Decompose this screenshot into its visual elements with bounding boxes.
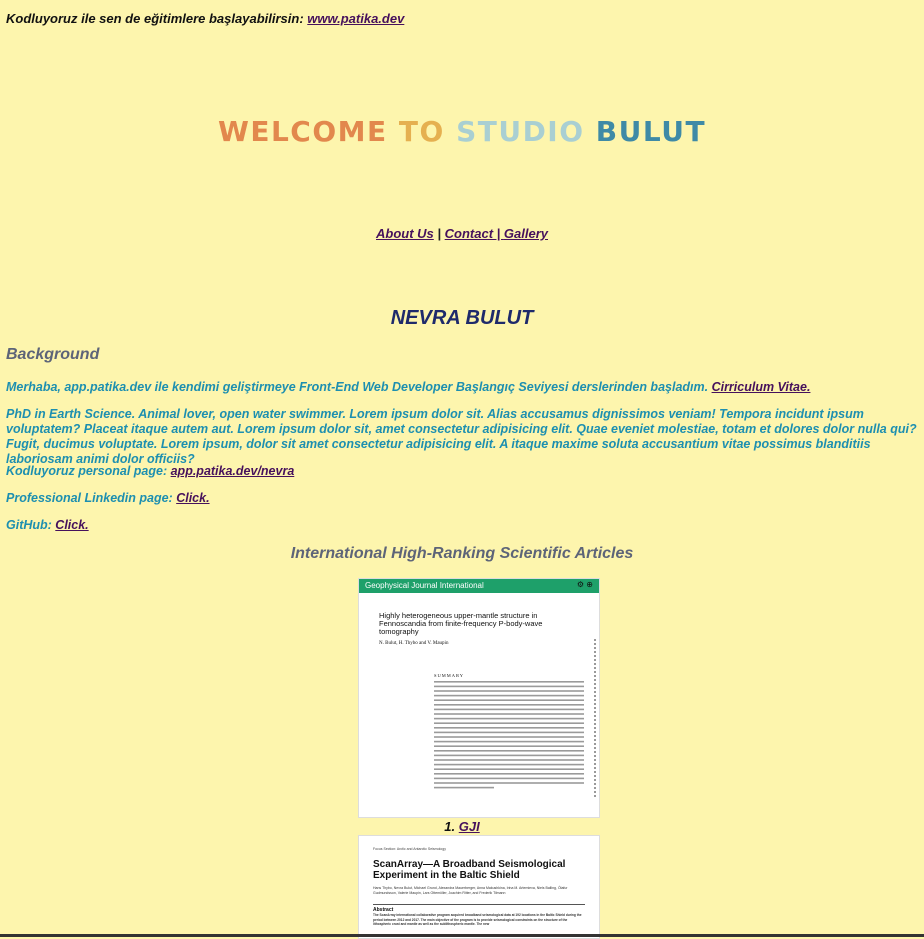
linkedin-paragraph: Professional Linkedin page: Click. <box>6 491 918 506</box>
paper1-side-margin-text <box>594 639 596 799</box>
profile-name: NEVRA BULUT <box>390 307 534 329</box>
intro-text: Merhaba, app.patika.dev ile kendimi geli… <box>6 380 712 394</box>
summary-text-line <box>434 708 584 711</box>
summary-text-line <box>434 736 584 738</box>
summary-text-line <box>434 759 584 761</box>
nav-separator: | <box>433 226 445 241</box>
topline-banner: Kodluyoruz ile sen de eğitimlere başlaya… <box>6 11 404 26</box>
summary-text-line <box>434 777 584 780</box>
caption-number: 1. <box>444 819 459 834</box>
summary-text-line <box>434 722 584 724</box>
article-image-scanarray[interactable]: Focus Section: Arctic and Antarctic Seis… <box>358 835 600 939</box>
paper2-title: ScanArray—A Broadband Seismological Expe… <box>373 859 566 881</box>
article-image-gji[interactable]: Geophysical Journal International ⚙ ⊕ Hi… <box>358 578 600 818</box>
topline-text: Kodluyoruz ile sen de eğitimlere başlaya… <box>6 11 308 26</box>
welcome-word-4: BULUT <box>595 115 707 148</box>
summary-text-line <box>434 690 584 692</box>
kodluyoruz-paragraph: Kodluyoruz personal page: app.patika.dev… <box>6 464 918 479</box>
main-nav: About Us | Contact | Gallery <box>0 226 924 241</box>
welcome-word-2: TO <box>398 115 445 148</box>
paper1-authors: N. Bulut, H. Thybo and V. Maupin <box>379 641 449 646</box>
welcome-title: WELCOME TO STUDIO BULUT <box>0 115 924 148</box>
summary-text-line <box>434 763 584 766</box>
open-access-icon: ⚙ ⊕ <box>576 580 593 589</box>
summary-text-line <box>434 685 584 688</box>
nav-gallery-link[interactable]: Gallery <box>504 226 548 241</box>
summary-text-line <box>434 773 584 775</box>
welcome-word-3: STUDIO <box>456 115 585 148</box>
background-heading: Background <box>6 346 100 363</box>
summary-text-line <box>434 740 584 743</box>
paper2-abstract: Abstract The ScanArray international col… <box>373 904 585 927</box>
summary-text-line <box>434 745 584 747</box>
paper-meta-lines <box>367 596 591 608</box>
bio-paragraph: PhD in Earth Science. Animal lover, open… <box>6 407 917 466</box>
summary-text-lines <box>434 681 584 789</box>
article-caption-1: 1. GJI <box>0 819 924 834</box>
summary-text-line <box>434 727 584 729</box>
paper1-summary-heading: SUMMARY <box>434 673 465 678</box>
kodluyoruz-link[interactable]: app.patika.dev/nevra <box>171 464 295 478</box>
paper1-affiliations <box>379 649 579 661</box>
journal-header-bar: Geophysical Journal International ⚙ ⊕ <box>359 579 599 593</box>
summary-text-line <box>434 768 584 770</box>
summary-text-line <box>434 713 584 715</box>
summary-text-line <box>434 782 584 784</box>
linkedin-link[interactable]: Click. <box>176 491 209 505</box>
kodluyoruz-label: Kodluyoruz personal page: <box>6 464 171 478</box>
linkedin-label: Professional Linkedin page: <box>6 491 177 505</box>
journal-name: Geophysical Journal International <box>365 581 484 590</box>
summary-text-line <box>434 717 584 720</box>
nav-contact-link[interactable]: Contact | <box>445 226 504 241</box>
articles-heading: International High-Ranking Scientific Ar… <box>290 545 634 562</box>
summary-text-line <box>434 704 584 706</box>
welcome-word-1: WELCOME <box>217 115 388 148</box>
summary-text-line <box>434 694 584 697</box>
github-paragraph: GitHub: Click. <box>6 518 918 533</box>
paper2-authors: Hans Thybo, Nevra Bulut, Michael Grund, … <box>373 886 568 895</box>
paper1-summary-body <box>434 681 591 802</box>
summary-text-line <box>434 681 584 683</box>
summary-text-line <box>434 786 494 789</box>
github-label: GitHub: <box>6 518 56 532</box>
summary-text-line <box>434 750 584 752</box>
cv-link[interactable]: Cirriculum Vitae. <box>712 380 811 394</box>
gji-link[interactable]: GJI <box>459 819 480 834</box>
github-link[interactable]: Click. <box>55 518 88 532</box>
summary-text-line <box>434 699 584 701</box>
intro-paragraph: Merhaba, app.patika.dev ile kendimi geli… <box>6 380 918 395</box>
paper2-section: Focus Section: Arctic and Antarctic Seis… <box>373 847 446 851</box>
summary-text-line <box>434 731 584 734</box>
paper1-title: Highly heterogeneous upper-mantle struct… <box>379 611 543 636</box>
patika-link[interactable]: www.patika.dev <box>307 11 404 26</box>
summary-text-line <box>434 754 584 757</box>
nav-about-link[interactable]: About Us <box>376 226 434 241</box>
paper2-abstract-text: The ScanArray international collaborativ… <box>373 913 582 926</box>
